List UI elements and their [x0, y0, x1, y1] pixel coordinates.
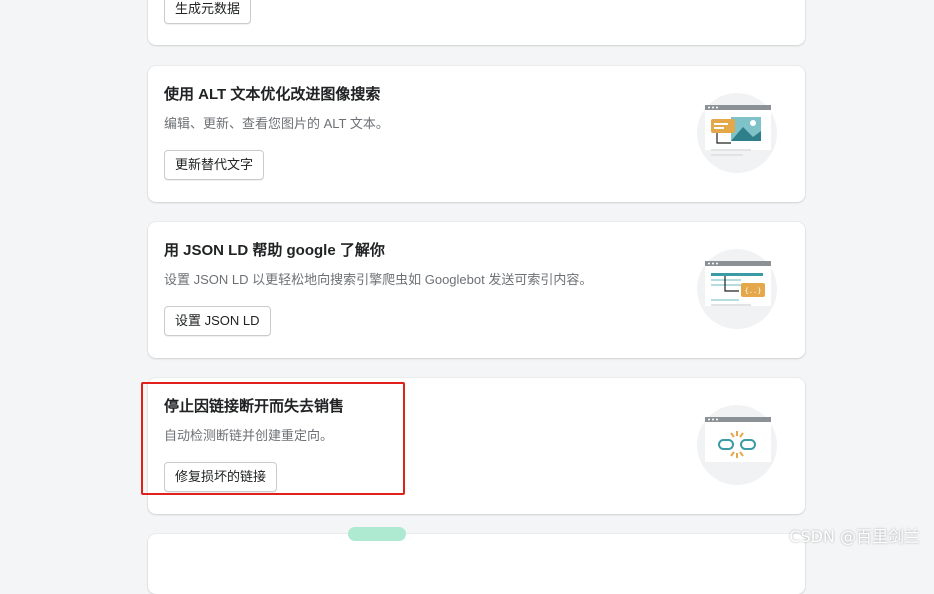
card-title: 使用 ALT 文本优化改进图像搜索 [164, 86, 381, 103]
image-seo-illustration-icon [697, 93, 777, 173]
card-title: 停止因链接断开而失去销售 [164, 398, 345, 415]
card-json-ld: 用 JSON LD 帮助 google 了解你 设置 JSON LD 以更轻松地… [148, 222, 805, 358]
card-description: 编辑、更新、查看您图片的 ALT 文本。 [164, 116, 389, 131]
status-badge [348, 527, 406, 541]
card-description: 自动检测断链并创建重定向。 [164, 428, 334, 443]
broken-link-illustration-icon [697, 405, 777, 485]
card-description: 设置 JSON LD 以更轻松地向搜索引擎爬虫如 Googlebot 发送可索引… [164, 272, 593, 287]
update-alt-text-button[interactable]: 更新替代文字 [164, 150, 265, 180]
svg-text:{..}: {..} [745, 287, 762, 295]
fix-broken-links-button[interactable]: 修复损坏的链接 [164, 462, 278, 492]
generate-metadata-button[interactable]: 生成元数据 [164, 0, 252, 24]
watermark-text: CSDN @百里剑兰 [789, 527, 920, 546]
card-broken-links: 停止因链接断开而失去销售 自动检测断链并创建重定向。 修复损坏的链接 [148, 378, 805, 514]
json-ld-illustration-icon: {..} [697, 249, 777, 329]
card-next-partial [148, 527, 805, 594]
card-title: 用 JSON LD 帮助 google 了解你 [164, 242, 385, 259]
card-generate-metadata: 生成元数据 [148, 0, 805, 45]
setup-json-ld-button[interactable]: 设置 JSON LD [164, 306, 271, 336]
card-alt-text: 使用 ALT 文本优化改进图像搜索 编辑、更新、查看您图片的 ALT 文本。 更… [148, 66, 805, 202]
